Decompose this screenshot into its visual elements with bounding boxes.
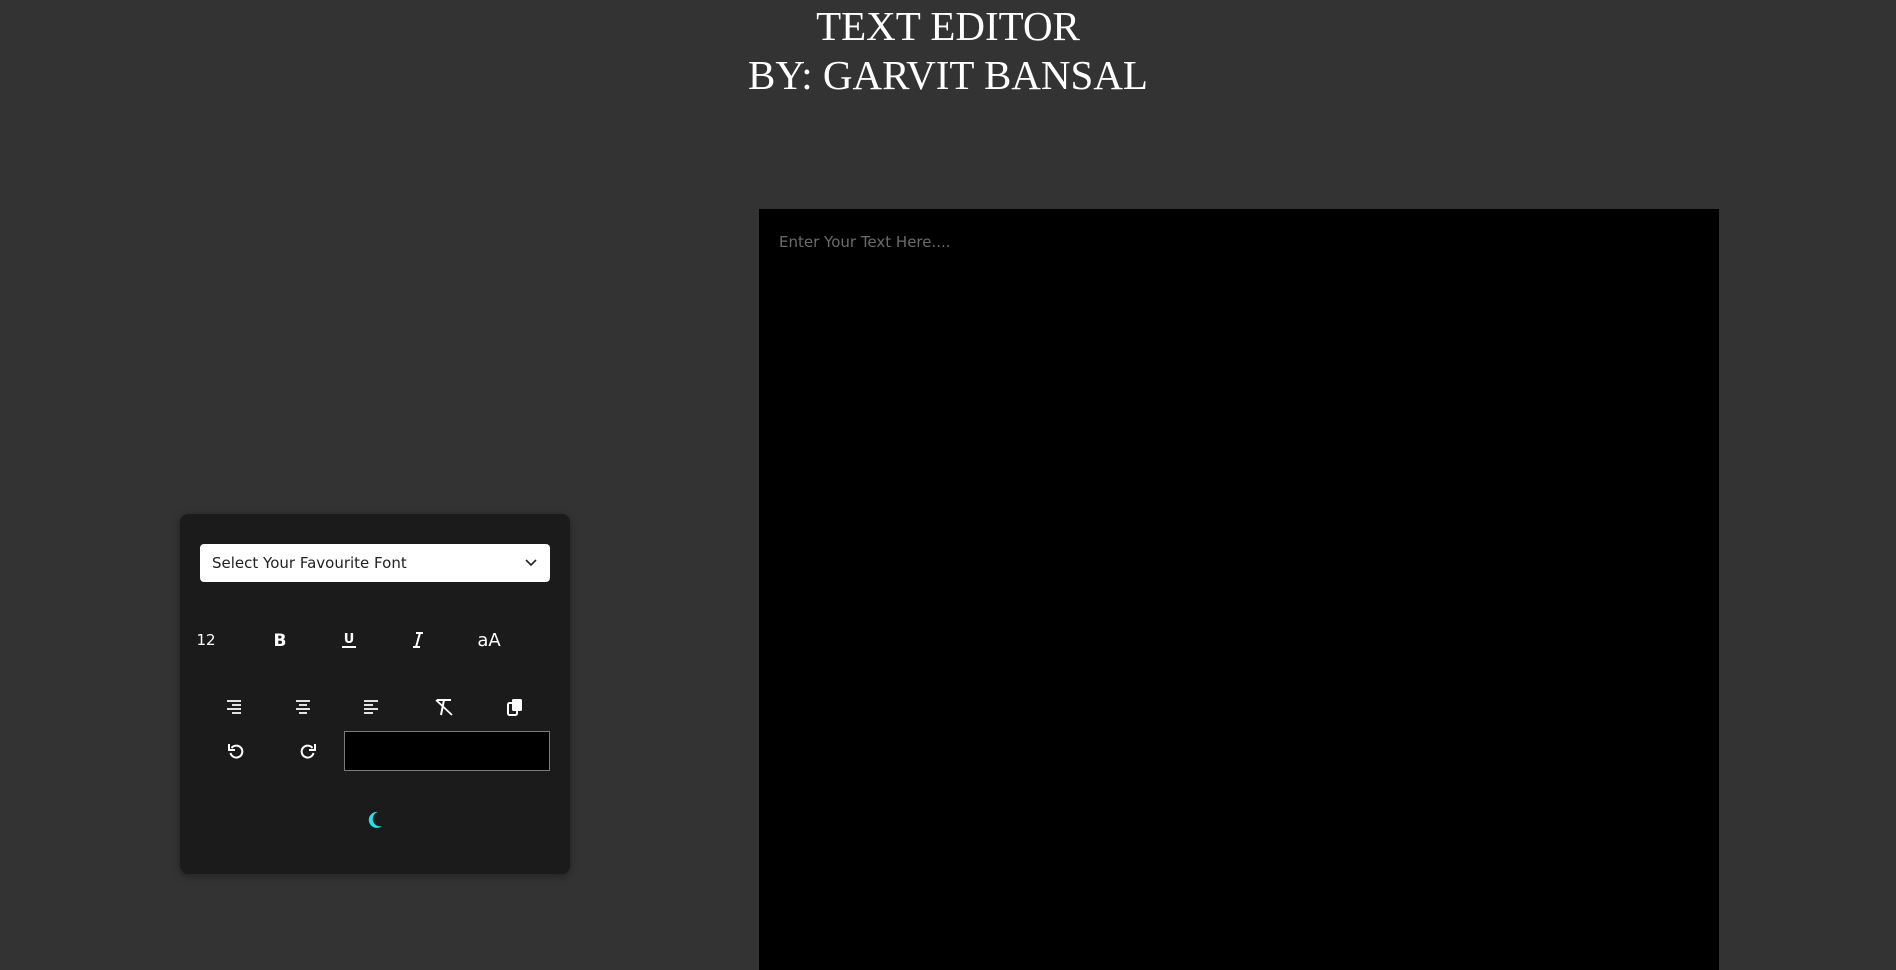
text-case-button[interactable]: aA [469,620,509,660]
undo-button[interactable] [216,731,256,771]
moon-icon [366,810,384,830]
align-left-icon [363,700,379,714]
italic-icon [411,632,425,648]
copy-button[interactable] [495,687,535,727]
svg-text:B: B [274,632,287,648]
text-color-picker[interactable] [344,731,550,771]
copy-icon [507,698,523,716]
text-case-label: aA [477,629,501,651]
align-center-button[interactable] [283,687,323,727]
clear-format-icon [434,698,454,716]
font-size-button[interactable]: 12 [186,620,226,660]
align-right-icon [226,700,242,714]
font-select-value: Select Your Favourite Font [212,554,407,572]
redo-icon [299,742,317,760]
font-size-label: 12 [196,631,216,649]
page-title-line-2: BY: GARVIT BANSAL [748,52,1148,98]
toolbox-panel: Select Your Favourite Font 12 B U aA [180,514,570,874]
align-right-button[interactable] [214,687,254,727]
clear-format-button[interactable] [424,687,464,727]
italic-button[interactable] [398,620,438,660]
redo-button[interactable] [288,731,328,771]
underline-button[interactable]: U [329,620,369,660]
chevron-down-icon [524,556,538,570]
undo-icon [227,742,245,760]
text-editor-area[interactable] [759,209,1719,970]
page-title-line-1: TEXT EDITOR [816,3,1080,49]
align-center-icon [295,700,311,714]
svg-text:U: U [344,632,355,647]
bold-button[interactable]: B [260,620,300,660]
font-select-dropdown[interactable]: Select Your Favourite Font [200,544,550,582]
underline-icon: U [341,631,357,649]
theme-toggle-button[interactable] [355,800,395,840]
align-left-button[interactable] [351,687,391,727]
bold-icon: B [273,632,287,648]
page-title: TEXT EDITOR BY: GARVIT BANSAL [0,2,1896,100]
